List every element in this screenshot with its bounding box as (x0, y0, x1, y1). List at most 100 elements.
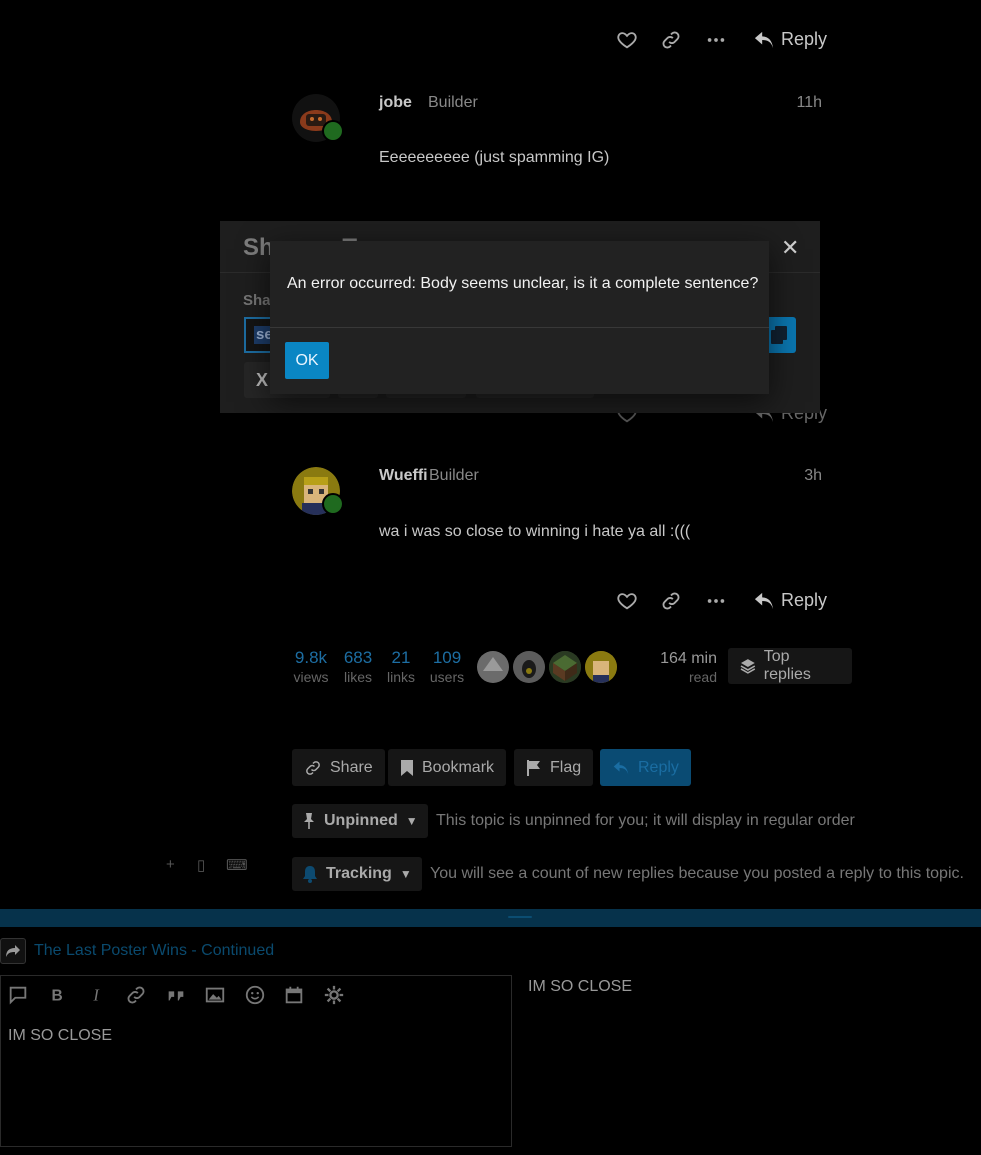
composer-textarea[interactable]: IM SO CLOSE (8, 1027, 112, 1045)
blockquote-icon[interactable] (165, 984, 187, 1006)
link-icon[interactable] (660, 29, 682, 51)
svg-text:B: B (52, 988, 63, 1005)
ellipsis-icon[interactable] (705, 29, 727, 51)
ok-button[interactable]: OK (285, 342, 329, 379)
svg-text:I: I (92, 986, 100, 1005)
read-time-label: read (688, 669, 717, 685)
image-icon[interactable] (204, 984, 226, 1006)
reply-icon (613, 760, 629, 775)
avatar-image (513, 651, 545, 683)
plus-icon[interactable]: + (166, 856, 175, 873)
presence-indicator (322, 120, 344, 142)
composer-resize-grip[interactable] (0, 909, 981, 927)
dialog-divider (270, 327, 769, 328)
reply-topic-button[interactable]: Reply (600, 749, 691, 786)
stat-links-value: 21 (391, 648, 411, 667)
top-replies-button[interactable]: Top replies (728, 648, 852, 684)
heart-icon[interactable] (616, 590, 638, 612)
stat-views-value: 9.8k (294, 648, 328, 667)
copy-icon (771, 326, 787, 344)
chevron-down-icon: ▼ (405, 814, 418, 828)
post-username[interactable]: Wueffi (379, 467, 428, 485)
participant-avatar[interactable] (585, 651, 617, 683)
tracking-status-description: You will see a count of new replies beca… (430, 865, 964, 882)
flag-label: Flag (550, 758, 582, 776)
composer-preview: IM SO CLOSE (528, 978, 633, 995)
keyboard-icon[interactable]: ⌨ (226, 856, 248, 874)
close-icon[interactable]: ✕ (781, 235, 799, 261)
gear-icon[interactable] (323, 984, 345, 1006)
reply-label: Reply (781, 590, 828, 610)
composer-toolbar: B I (1, 976, 511, 1014)
unpinned-label: Unpinned (324, 812, 398, 829)
link-icon[interactable] (660, 590, 682, 612)
composer-editor: B I IM SO CLOSE (0, 975, 512, 1147)
post-body: wa i was so close to winning i hate ya a… (379, 523, 691, 540)
bookmark-icon (401, 759, 413, 776)
bell-icon (303, 866, 317, 883)
error-message: An error occurred: Body seems unclear, i… (287, 275, 759, 292)
participant-avatar[interactable] (513, 651, 545, 683)
tracking-dropdown[interactable]: Tracking ▼ (292, 857, 422, 891)
stat-users-label: users (429, 669, 465, 685)
calendar-icon[interactable] (283, 984, 305, 1006)
post-wueffi: Wueffi Builder 3h wa i was so close to w… (292, 467, 832, 587)
reply-label: Reply (781, 29, 828, 49)
post-body: Eeeeeeeeee (just spamming IG) (379, 149, 610, 166)
participant-avatar[interactable] (549, 651, 581, 683)
post-actions-top: Reply (615, 25, 835, 55)
stat-links[interactable]: 21 links (385, 648, 417, 686)
post-jobe: jobe Builder 11h Eeeeeeeeee (just spammi… (292, 94, 832, 214)
share-link-label: Sha (243, 292, 271, 309)
stat-users[interactable]: 109 users (428, 648, 466, 686)
post-actions-wueffi: Reply (615, 586, 835, 616)
post-age[interactable]: 11h (796, 94, 822, 112)
composer: The Last Poster Wins - Continued B I IM … (0, 909, 981, 1155)
reply-to-topic-title[interactable]: The Last Poster Wins - Continued (34, 942, 274, 960)
reply-button[interactable]: Reply (753, 29, 827, 50)
mobile-icon[interactable]: ▯ (197, 856, 205, 874)
emoji-icon[interactable] (244, 984, 266, 1006)
stat-likes-label: likes (343, 669, 372, 685)
share-label: Share (330, 758, 373, 776)
heart-icon[interactable] (616, 29, 638, 51)
flag-icon (527, 759, 540, 776)
stat-users-value: 109 (432, 648, 462, 667)
app-root: Reply jobe Builder 11h Eeeeeeeeee (just … (0, 0, 981, 1155)
stat-likes[interactable]: 683 likes (341, 648, 375, 686)
error-dialog: An error occurred: Body seems unclear, i… (270, 241, 769, 394)
participant-avatar[interactable] (477, 651, 509, 683)
bold-icon[interactable]: B (46, 984, 68, 1006)
bookmark-label: Bookmark (422, 758, 495, 776)
layers-icon (740, 659, 756, 674)
avatar-image (585, 651, 617, 683)
quote-icon[interactable] (7, 984, 29, 1006)
post-user-title: Builder (428, 94, 478, 111)
ellipsis-icon[interactable] (705, 590, 727, 612)
post-age[interactable]: 3h (804, 467, 822, 485)
reply-topic-label: Reply (638, 758, 679, 776)
italic-icon[interactable]: I (86, 984, 108, 1006)
reply-button[interactable]: Reply (753, 590, 827, 611)
share-topic-button[interactable]: Share (292, 749, 385, 786)
pin-icon (304, 813, 314, 829)
avatar-image (549, 651, 581, 683)
avatar-image (477, 651, 509, 683)
composer-reply-to: The Last Poster Wins - Continued (0, 937, 274, 965)
stat-views[interactable]: 9.8k views (292, 648, 330, 686)
share-arrow-icon[interactable] (0, 938, 26, 964)
presence-indicator (322, 493, 344, 515)
post-user-title: Builder (429, 467, 479, 484)
link-icon[interactable] (125, 984, 147, 1006)
read-time-value: 164 min (660, 650, 717, 667)
bookmark-button[interactable]: Bookmark (388, 749, 507, 786)
grip-handle[interactable] (508, 916, 532, 918)
post-username[interactable]: jobe (379, 94, 412, 112)
reply-icon (754, 592, 774, 609)
stat-links-label: links (386, 669, 415, 685)
tracking-label: Tracking (326, 865, 392, 882)
flag-button[interactable]: Flag (514, 749, 594, 786)
topic-stats: 9.8k views 683 likes 21 links 109 users … (292, 648, 852, 688)
unpinned-dropdown[interactable]: Unpinned ▼ (292, 804, 428, 838)
reply-icon (754, 31, 774, 48)
